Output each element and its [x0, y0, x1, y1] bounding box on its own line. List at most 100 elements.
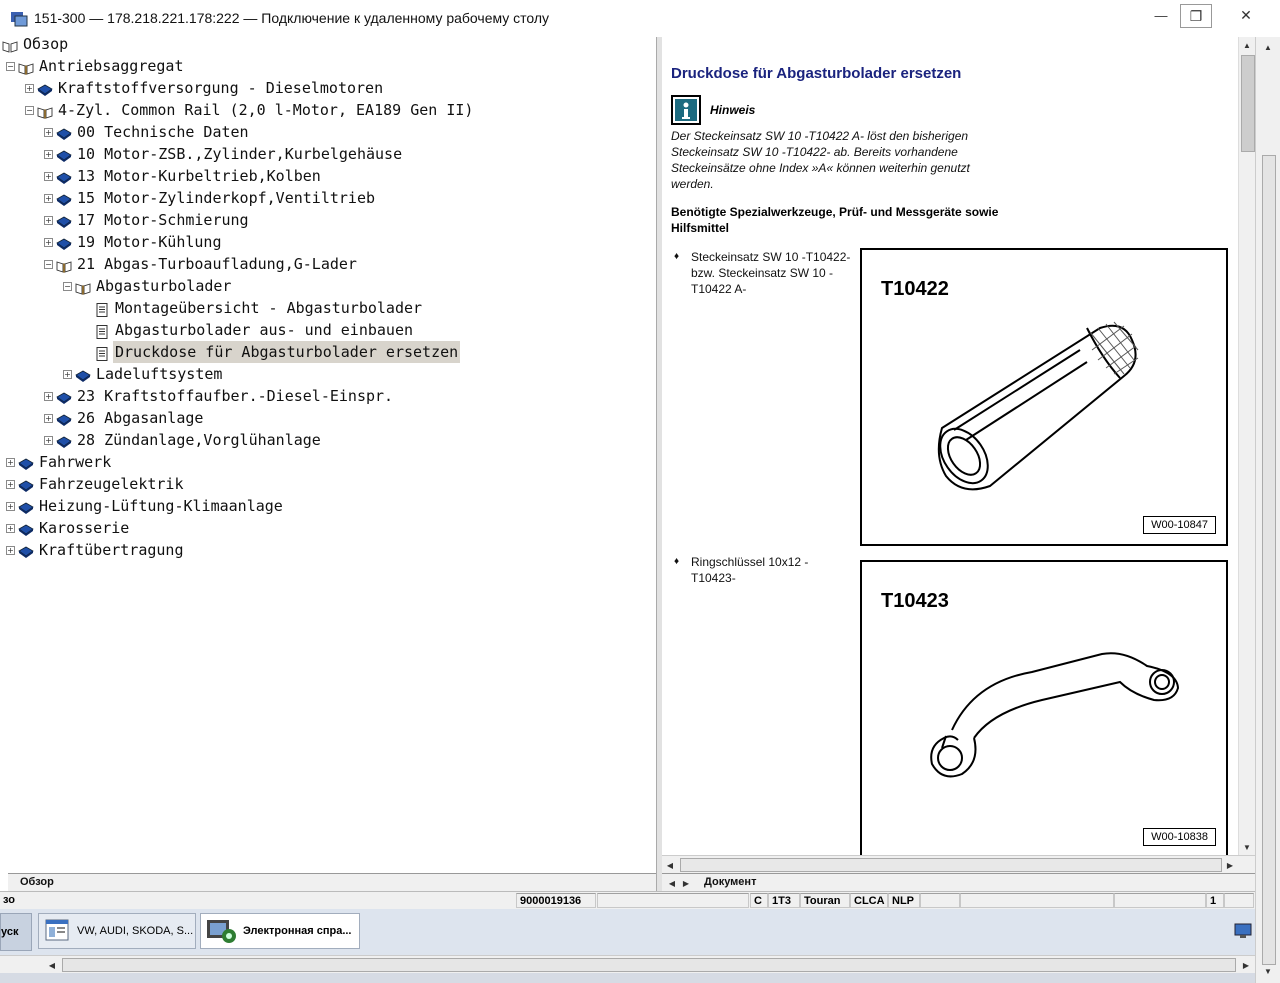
- collapse-icon[interactable]: −: [25, 105, 34, 115]
- tree-item-label: Kraftübertragung: [39, 541, 184, 559]
- tab-document[interactable]: Документ: [704, 876, 756, 888]
- hscroll-thumb[interactable]: [62, 958, 1236, 972]
- open-book-icon: [18, 59, 34, 75]
- status-bar: зо 9000019136 C 1T3 Touran CLCA NLP 1: [0, 891, 1255, 910]
- tree-item-label: 21 Abgas-Turboaufladung,G-Lader: [77, 255, 357, 273]
- expand-icon[interactable]: +: [63, 369, 72, 379]
- scroll-down-arrow[interactable]: ▼: [1239, 839, 1255, 855]
- figure-ref: W00-10847: [1143, 516, 1216, 534]
- collapse-icon[interactable]: −: [44, 259, 53, 269]
- tree-item[interactable]: Abgasturbolader aus- und einbauen: [82, 319, 415, 341]
- tab-next-arrow[interactable]: ▶: [678, 875, 694, 891]
- start-button[interactable]: уск: [0, 913, 32, 951]
- tree-item[interactable]: +26 Abgasanlage: [44, 407, 205, 429]
- status-empty: [960, 893, 1114, 908]
- status-model-code: 1T3: [768, 893, 800, 908]
- tree-item-label: 00 Technische Daten: [77, 123, 249, 141]
- tree-item-label: 15 Motor-Zylinderkopf,Ventiltrieb: [77, 189, 376, 207]
- expand-icon[interactable]: +: [44, 237, 53, 247]
- document-vertical-scrollbar[interactable]: ▲ ▼: [1238, 37, 1256, 855]
- tree-item-label: Abgasturbolader: [96, 277, 232, 295]
- hscroll-thumb[interactable]: [680, 858, 1222, 872]
- tree-item-label: Kraftstoffversorgung - Dieselmotoren: [58, 79, 384, 97]
- scroll-right-arrow[interactable]: ▶: [1222, 857, 1238, 873]
- tree-item[interactable]: + Fahrwerk: [6, 451, 113, 473]
- tree-item-label: Montageübersicht - Abgasturbolader: [115, 299, 423, 317]
- figure-ref: W00-10838: [1143, 828, 1216, 846]
- expand-icon[interactable]: +: [44, 413, 53, 423]
- tree-item[interactable]: +23 Kraftstoffaufber.-Diesel-Einspr.: [44, 385, 395, 407]
- tool-figure-t10423: T10423 W00-10838: [860, 560, 1228, 855]
- taskbar-item-vw[interactable]: VW, AUDI, SKODA, S...: [38, 913, 196, 949]
- closed-book-icon: [37, 81, 53, 96]
- expand-icon[interactable]: +: [25, 83, 34, 93]
- expand-icon[interactable]: +: [6, 479, 15, 489]
- expand-icon[interactable]: +: [6, 523, 15, 533]
- tree-item[interactable]: +00 Technische Daten: [44, 121, 251, 143]
- tree-item[interactable]: + Ladeluftsystem: [63, 363, 224, 385]
- scroll-thumb[interactable]: [1241, 55, 1255, 152]
- scroll-left-arrow[interactable]: ◀: [662, 857, 678, 873]
- tree-item[interactable]: Druckdose für Abgasturbolader ersetzen: [82, 341, 461, 363]
- window-title: 151-300 — 178.218.221.178:222 — Подключе…: [34, 10, 550, 26]
- tray-monitor-icon[interactable]: [1234, 923, 1252, 944]
- tree-item[interactable]: − 21 Abgas-Turboaufladung,G-Lader: [44, 253, 359, 275]
- expand-icon[interactable]: +: [44, 149, 53, 159]
- tree-item[interactable]: Обзор: [2, 33, 70, 55]
- expand-icon[interactable]: +: [44, 215, 53, 225]
- closed-book-icon: [56, 213, 72, 228]
- expand-icon[interactable]: +: [44, 171, 53, 181]
- closed-book-icon: [56, 191, 72, 206]
- expand-icon[interactable]: +: [6, 501, 15, 511]
- scroll-up-arrow[interactable]: ▲: [1239, 37, 1255, 53]
- restore-button[interactable]: ❐: [1180, 4, 1212, 28]
- scroll-up-arrow[interactable]: ▲: [1260, 39, 1276, 55]
- collapse-icon[interactable]: −: [63, 281, 72, 291]
- scroll-down-arrow[interactable]: ▼: [1260, 963, 1276, 979]
- tree-item[interactable]: + Kraftübertragung: [6, 539, 186, 561]
- tree-item[interactable]: + Heizung-Lüftung-Klimaanlage: [6, 495, 285, 517]
- taskbar-item-electronic-reference[interactable]: Электронная спра...: [200, 913, 360, 949]
- tree-item[interactable]: − 4-Zyl. Common Rail (2,0 l-Motor, EA189 …: [25, 99, 475, 121]
- tree-item[interactable]: + Kraftstoffversorgung - Dieselmotoren: [25, 77, 385, 99]
- tool-item-2: ♦ Ringschlüssel 10x12 -T10423-: [674, 554, 851, 586]
- expand-icon[interactable]: +: [44, 435, 53, 445]
- status-lang: NLP: [888, 893, 920, 908]
- close-icon: ✕: [1240, 6, 1252, 23]
- tree-item[interactable]: +19 Motor-Kühlung: [44, 231, 224, 253]
- expand-icon[interactable]: +: [6, 457, 15, 467]
- tree-item[interactable]: − Antriebsaggregat: [6, 55, 186, 77]
- expand-icon[interactable]: +: [44, 193, 53, 203]
- document-horizontal-scrollbar[interactable]: ◀ ▶: [662, 855, 1255, 874]
- scroll-right-arrow[interactable]: ▶: [1238, 957, 1254, 973]
- tab-overview[interactable]: Обзор: [20, 876, 54, 888]
- tree-item[interactable]: +28 Zündanlage,Vorglühanlage: [44, 429, 323, 451]
- tree-item[interactable]: Montageübersicht - Abgasturbolader: [82, 297, 424, 319]
- session-horizontal-scrollbar[interactable]: ◀ ▶: [0, 955, 1255, 974]
- tree-item-label: 10 Motor-ZSB.,Zylinder,Kurbelgehäuse: [77, 145, 403, 163]
- closed-book-icon: [56, 411, 72, 426]
- tree-item[interactable]: +13 Motor-Kurbeltrieb,Kolben: [44, 165, 323, 187]
- tree-item[interactable]: + Karosserie: [6, 517, 131, 539]
- tree-item-label: 26 Abgasanlage: [77, 409, 204, 427]
- tree-item[interactable]: − Abgasturbolader: [63, 275, 233, 297]
- session-vertical-scrollbar[interactable]: ▲ ▼: [1255, 37, 1280, 983]
- tree-item-label: Heizung-Lüftung-Klimaanlage: [39, 497, 283, 515]
- close-button[interactable]: ✕: [1222, 4, 1270, 26]
- expand-icon[interactable]: +: [44, 127, 53, 137]
- tree-item[interactable]: +10 Motor-ZSB.,Zylinder,Kurbelgehäuse: [44, 143, 404, 165]
- tree-item[interactable]: + Fahrzeugelektrik: [6, 473, 186, 495]
- tree-item[interactable]: +17 Motor-Schmierung: [44, 209, 251, 231]
- scroll-thumb[interactable]: [1262, 155, 1276, 965]
- expand-icon[interactable]: +: [6, 545, 15, 555]
- tree-item-label: 23 Kraftstoffaufber.-Diesel-Einspr.: [77, 387, 394, 405]
- minimize-button[interactable]: —: [1147, 4, 1175, 26]
- tree-item[interactable]: +15 Motor-Zylinderkopf,Ventiltrieb: [44, 187, 377, 209]
- expand-icon[interactable]: +: [44, 391, 53, 401]
- status-empty: [920, 893, 960, 908]
- collapse-icon[interactable]: −: [6, 61, 15, 71]
- scroll-left-arrow[interactable]: ◀: [44, 957, 60, 973]
- tree-item-label: Abgasturbolader aus- und einbauen: [115, 321, 414, 339]
- closed-book-icon: [18, 543, 34, 558]
- closed-book-icon: [56, 125, 72, 140]
